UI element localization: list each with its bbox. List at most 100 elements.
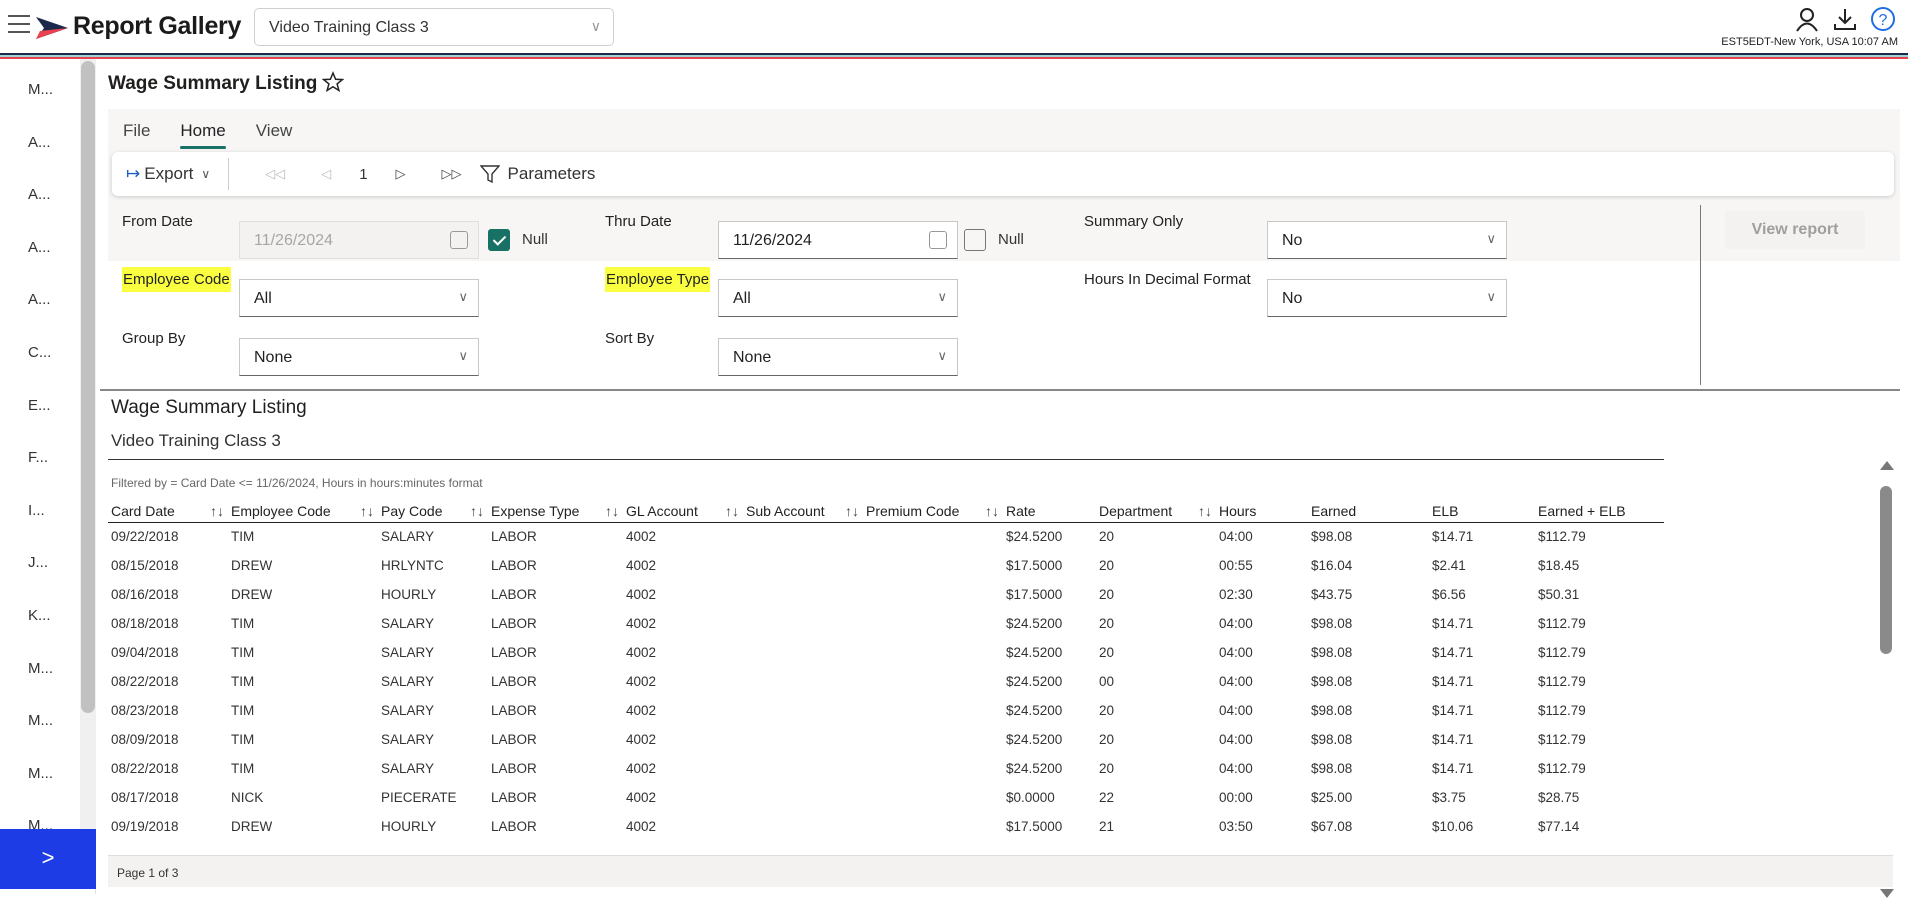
thru-date-input[interactable]: 11/26/2024 bbox=[718, 221, 958, 259]
report-title-rule bbox=[108, 459, 1664, 460]
table-cell bbox=[743, 522, 863, 551]
column-header[interactable]: Sub Account ↑↓ bbox=[743, 500, 863, 523]
previous-page-icon[interactable]: ◁ bbox=[321, 166, 331, 182]
report-scrollbar[interactable] bbox=[1878, 459, 1894, 905]
sidebar-item[interactable]: A... bbox=[0, 112, 80, 165]
tab-file[interactable]: File bbox=[123, 121, 164, 147]
table-cell bbox=[743, 551, 863, 580]
export-arrow-icon: ↦ bbox=[126, 164, 141, 183]
sidebar-item[interactable]: M... bbox=[0, 690, 80, 743]
sort-icon[interactable]: ↑↓ bbox=[985, 503, 999, 519]
calendar-icon[interactable] bbox=[450, 231, 468, 249]
table-cell: $6.56 bbox=[1432, 587, 1466, 602]
from-date-null-checkbox[interactable] bbox=[488, 229, 510, 251]
group-by-select[interactable]: None ∨ bbox=[239, 338, 479, 376]
parameters-button[interactable]: Parameters bbox=[479, 164, 595, 184]
sort-icon[interactable]: ↑↓ bbox=[210, 503, 224, 519]
sidebar-item[interactable]: K... bbox=[0, 585, 80, 638]
table-cell: LABOR bbox=[491, 616, 537, 631]
column-header-label: Department bbox=[1099, 502, 1173, 519]
sidebar-item[interactable]: M... bbox=[0, 743, 80, 796]
download-icon[interactable] bbox=[1832, 6, 1858, 32]
column-header[interactable]: Rate bbox=[1003, 500, 1096, 523]
column-header[interactable]: ELB bbox=[1429, 500, 1535, 523]
summary-only-select[interactable]: No ∨ bbox=[1267, 221, 1507, 259]
column-header-label: Rate bbox=[1006, 502, 1036, 519]
sidebar-item[interactable]: F... bbox=[0, 427, 80, 480]
company-select[interactable]: Video Training Class 3 ∨ bbox=[254, 8, 614, 46]
from-date-input[interactable]: 11/26/2024 bbox=[239, 221, 479, 259]
chevron-down-icon: ∨ bbox=[937, 348, 947, 363]
column-header[interactable]: Expense Type ↑↓ bbox=[488, 500, 623, 523]
tab-home[interactable]: Home bbox=[180, 121, 239, 149]
sidebar-item[interactable]: A... bbox=[0, 217, 80, 270]
sort-by-label: Sort By bbox=[605, 330, 655, 347]
sort-icon[interactable]: ↑↓ bbox=[360, 503, 374, 519]
sidebar-scroll-thumb[interactable] bbox=[81, 61, 95, 713]
table-cell: $25.00 bbox=[1311, 790, 1353, 805]
column-header[interactable]: Employee Code ↑↓ bbox=[228, 500, 378, 523]
table-cell: LABOR bbox=[491, 587, 537, 602]
sidebar-item[interactable]: M... bbox=[0, 638, 80, 691]
sort-by-select[interactable]: None ∨ bbox=[718, 338, 958, 376]
table-cell: $98.08 bbox=[1311, 645, 1353, 660]
view-report-button[interactable]: View report bbox=[1725, 211, 1865, 249]
column-header[interactable]: Hours bbox=[1216, 500, 1308, 523]
sort-icon[interactable]: ↑↓ bbox=[725, 503, 739, 519]
column-header[interactable]: Department ↑↓ bbox=[1096, 500, 1216, 523]
employee-code-select[interactable]: All ∨ bbox=[239, 279, 479, 317]
employee-type-select[interactable]: All ∨ bbox=[718, 279, 958, 317]
sidebar-scrollbar[interactable] bbox=[80, 59, 96, 829]
table-cell: $14.71 bbox=[1432, 732, 1474, 747]
table-cell: 4002 bbox=[626, 645, 657, 660]
first-page-icon[interactable]: ◁◁ bbox=[265, 166, 285, 182]
sort-icon[interactable]: ↑↓ bbox=[605, 503, 619, 519]
favorite-star-icon[interactable] bbox=[322, 71, 344, 93]
sidebar-item[interactable]: J... bbox=[0, 532, 80, 585]
sidebar-item[interactable]: M... bbox=[0, 59, 80, 112]
report-scroll-thumb[interactable] bbox=[1880, 486, 1892, 654]
table-cell: 08/09/2018 bbox=[111, 732, 179, 747]
thru-date-null-label: Null bbox=[998, 231, 1024, 248]
sidebar-item[interactable]: C... bbox=[0, 322, 80, 375]
column-header[interactable]: Pay Code ↑↓ bbox=[378, 500, 488, 523]
menu-icon[interactable] bbox=[8, 15, 30, 35]
sidebar-item[interactable]: E... bbox=[0, 375, 80, 428]
column-header-label: Card Date bbox=[111, 502, 175, 519]
sidebar-item[interactable]: M... bbox=[0, 795, 80, 829]
table-cell: 02:30 bbox=[1219, 587, 1253, 602]
expand-sidebar-button[interactable]: > bbox=[0, 829, 96, 889]
sidebar-item[interactable]: A... bbox=[0, 164, 80, 217]
user-icon[interactable] bbox=[1794, 6, 1820, 32]
sort-icon[interactable]: ↑↓ bbox=[845, 503, 859, 519]
sort-icon[interactable]: ↑↓ bbox=[470, 503, 484, 519]
column-header[interactable]: Earned + ELB bbox=[1535, 500, 1664, 523]
table-cell: SALARY bbox=[381, 645, 435, 660]
table-cell: $50.31 bbox=[1538, 587, 1580, 602]
table-cell: LABOR bbox=[491, 703, 537, 718]
export-button[interactable]: ↦ Export ∨ bbox=[126, 164, 210, 184]
wage-table: Card Date ↑↓ Employee Code ↑↓ Pay Code ↑↓ Expe… bbox=[108, 500, 1664, 841]
tab-view[interactable]: View bbox=[256, 121, 307, 147]
column-header[interactable]: Earned bbox=[1308, 500, 1429, 523]
table-cell: 04:00 bbox=[1219, 674, 1253, 689]
calendar-icon[interactable] bbox=[929, 231, 947, 249]
thru-date-null-checkbox[interactable] bbox=[964, 229, 986, 251]
column-header[interactable]: GL Account ↑↓ bbox=[623, 500, 743, 523]
column-header[interactable]: Premium Code ↑↓ bbox=[863, 500, 1003, 523]
table-cell: 09/19/2018 bbox=[111, 819, 179, 834]
last-page-icon[interactable]: ▷▷ bbox=[442, 166, 462, 182]
table-cell: 00:00 bbox=[1219, 790, 1253, 805]
sidebar-item[interactable]: I... bbox=[0, 480, 80, 533]
column-header-label: Hours bbox=[1219, 502, 1257, 519]
column-header[interactable]: Card Date ↑↓ bbox=[108, 500, 228, 523]
next-page-icon[interactable]: ▷ bbox=[396, 166, 406, 182]
help-icon[interactable]: ? bbox=[1870, 6, 1896, 32]
scroll-up-icon[interactable] bbox=[1880, 461, 1894, 470]
table-cell: 04:00 bbox=[1219, 761, 1253, 776]
hours-decimal-select[interactable]: No ∨ bbox=[1267, 279, 1507, 317]
table-cell: $14.71 bbox=[1432, 761, 1474, 776]
sidebar-item[interactable]: A... bbox=[0, 269, 80, 322]
page-number[interactable]: 1 bbox=[359, 166, 367, 183]
sort-icon[interactable]: ↑↓ bbox=[1198, 503, 1212, 519]
